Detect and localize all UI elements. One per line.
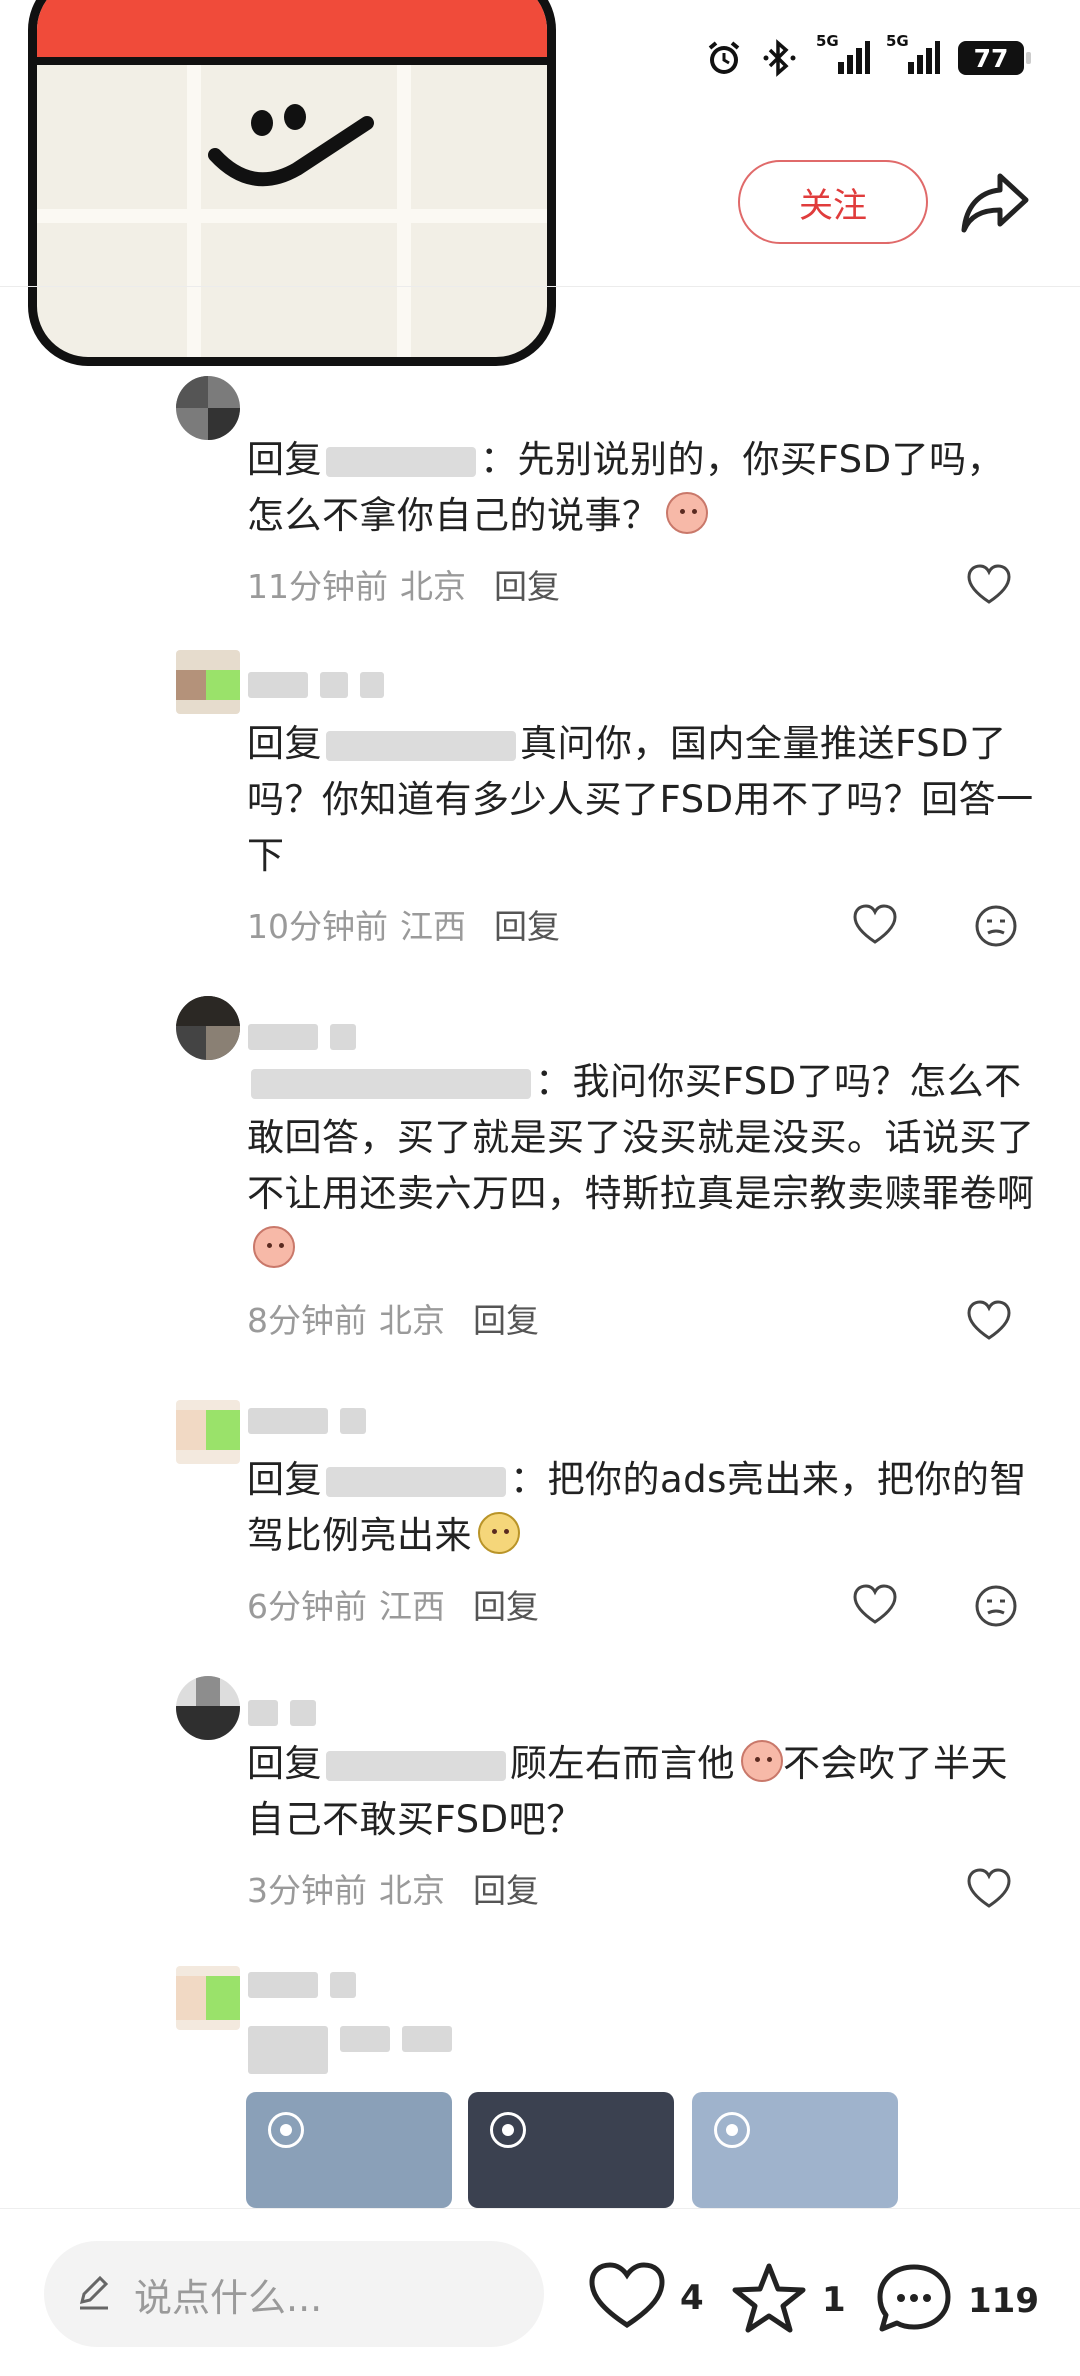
bottom-bar: 说点什么... 4 1 119 [0, 2208, 1080, 2376]
star-icon [730, 2261, 808, 2339]
like-heart-icon[interactable] [966, 564, 1012, 606]
reply-button[interactable]: 回复 [494, 900, 560, 948]
pencil-icon [74, 2272, 114, 2316]
comment-button[interactable]: 119 [874, 2261, 1039, 2341]
cellular-signal-1-icon: 5G [816, 32, 870, 78]
reply-button[interactable]: 回复 [494, 560, 560, 608]
status-bar: 5G 5G 77 [704, 30, 1031, 86]
reply-button[interactable]: 回复 [473, 1580, 539, 1628]
comment-meta: 10分钟前 江西 回复 [247, 900, 560, 948]
comment-text: 回复 ：先别说别的，你买FSD了吗，怎么不拿你自己的说事？ [247, 438, 1005, 537]
comment-input[interactable]: 说点什么... [44, 2241, 544, 2347]
avatar[interactable] [176, 996, 240, 1060]
play-icon [714, 2112, 750, 2148]
favorite-button[interactable]: 1 [730, 2261, 846, 2339]
avatar[interactable] [176, 1966, 240, 2030]
video-thumbnail[interactable] [692, 2092, 898, 2208]
alarm-icon [704, 38, 744, 78]
reply-button[interactable]: 回复 [473, 1294, 539, 1342]
username-blurred [248, 1972, 356, 2000]
header-divider [0, 286, 1080, 287]
avatar[interactable] [176, 650, 240, 714]
like-count: 4 [680, 2278, 704, 2318]
like-heart-icon[interactable] [966, 1868, 1012, 1910]
emoji-react-icon[interactable] [974, 1584, 1018, 1628]
username-blurred [248, 1700, 316, 1728]
emoji-icon [665, 492, 708, 534]
comment-bubble-icon [874, 2261, 954, 2341]
like-heart-icon[interactable] [966, 1300, 1012, 1342]
bluetooth-icon [762, 38, 800, 78]
emoji-icon [253, 1226, 295, 1268]
favorite-count: 1 [822, 2280, 846, 2320]
comment-text-blurred [248, 2026, 452, 2076]
play-icon [268, 2112, 304, 2148]
comment-text: ：我问你买FSD了吗？怎么不敢回答，买了就是买了没买就是没买。话说买了不让用还卖… [247, 1054, 1037, 1278]
battery-indicator: 77 [958, 41, 1031, 75]
heart-icon [588, 2261, 666, 2335]
emoji-react-icon[interactable] [974, 904, 1018, 948]
comment-text: 回复 ：把你的ads亮出来，把你的智驾比例亮出来 [247, 1458, 1027, 1557]
follow-button[interactable]: 关注 [738, 160, 928, 244]
avatar[interactable] [176, 1400, 240, 1464]
username-blurred [248, 672, 384, 700]
comment-count: 119 [968, 2281, 1039, 2321]
share-icon[interactable] [958, 168, 1032, 238]
username-blurred [248, 1024, 356, 1052]
comment-meta: 6分钟前 江西 回复 [247, 1580, 539, 1628]
avatar[interactable] [176, 376, 240, 440]
username-blurred [248, 1408, 366, 1436]
emoji-icon [741, 1740, 783, 1782]
cellular-signal-2-icon: 5G [886, 32, 940, 78]
comment-meta: 3分钟前 北京 回复 [247, 1864, 539, 1912]
comment-meta: 8分钟前 北京 回复 [247, 1294, 539, 1342]
calendar-sticker-icon [28, 0, 556, 366]
video-thumbnail[interactable] [468, 2092, 674, 2208]
reply-button[interactable]: 回复 [473, 1864, 539, 1912]
play-icon [490, 2112, 526, 2148]
like-heart-icon[interactable] [852, 1584, 898, 1626]
like-button[interactable]: 4 [588, 2261, 704, 2335]
like-heart-icon[interactable] [852, 904, 898, 946]
comment-text: 回复 真问你，国内全量推送FSD了吗？你知道有多少人买了FSD用不了吗？回答一下 [247, 722, 1034, 877]
emoji-icon [478, 1512, 520, 1554]
video-thumbnail[interactable] [246, 2092, 452, 2208]
avatar[interactable] [176, 1676, 240, 1740]
comment-meta: 11分钟前 北京 回复 [247, 560, 560, 608]
comment-input-placeholder: 说点什么... [134, 2275, 323, 2320]
comment-text: 回复 顾左右而言他 不会吹了半天自己不敢买FSD吧？ [247, 1740, 1008, 1841]
